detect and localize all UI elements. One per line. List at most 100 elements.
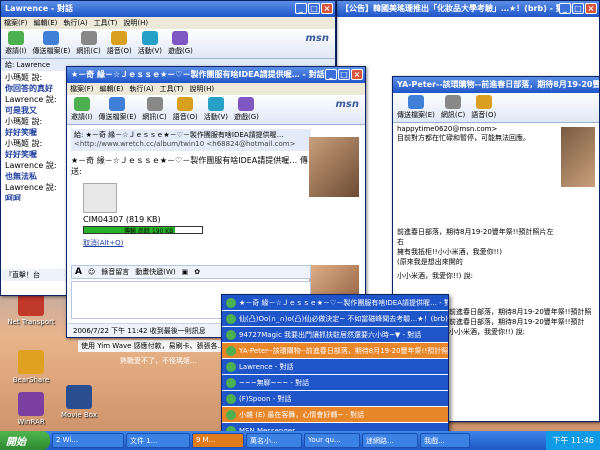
toolbar: 邀請(I) 傳送檔案(E) 網訊(C) 語音(O) 活動(V) 遊戲(G) ms… — [1, 29, 335, 59]
menu-help[interactable]: 說明(H) — [123, 18, 148, 28]
voice-button[interactable]: 語音(O) — [173, 97, 198, 122]
send-file-icon — [109, 97, 126, 111]
toolbar: 邀請(I) 傳送檔案(E) 網訊(C) 語音(O) 活動(V) 遊戲(G) ms… — [67, 95, 365, 125]
popup-item[interactable]: YA-Peter--該環購物--前進春日部落，期待8月19-20豐年祭!!預計照 — [222, 343, 448, 359]
games-button[interactable]: 遊戲(G) — [234, 97, 259, 122]
popup-item[interactable]: Lawrence - 對話 — [222, 359, 448, 375]
taskbar-button[interactable]: 迷網路... — [362, 433, 418, 448]
desktop-icon-bearshare[interactable]: BearShare — [4, 350, 58, 384]
activities-button[interactable]: 活動(V) — [204, 97, 228, 122]
bearshare-icon — [18, 350, 44, 374]
taskbar-button[interactable]: 萬名小... — [246, 433, 302, 448]
start-button[interactable]: 開始 — [0, 431, 50, 450]
games-button[interactable]: 遊戲(G) — [168, 31, 193, 56]
minimize-button[interactable]: _ — [559, 3, 571, 14]
msn-buddy-icon — [226, 297, 236, 308]
desktop-icon-movie-box[interactable]: Movie Box — [52, 385, 106, 419]
cancel-transfer-link[interactable]: 取消(Alt+Q) — [83, 238, 311, 248]
menu-actions[interactable]: 執行(A) — [129, 84, 153, 94]
voice-clip-button[interactable]: 錄音留言 — [101, 267, 129, 277]
close-button[interactable]: × — [585, 3, 597, 14]
games-icon — [238, 97, 255, 111]
webcam-icon — [80, 31, 97, 45]
image-file-icon — [83, 183, 117, 213]
invite-button[interactable]: 邀請(I) — [71, 97, 93, 122]
menu-file[interactable]: 檔案(F) — [4, 18, 28, 28]
menu-file[interactable]: 檔案(F) — [70, 84, 94, 94]
message-list-lower: 前進春日部落，期待8月19-20豐年祭!!預計照 前進春日部落，期待8月19-2… — [449, 308, 592, 336]
send-file-icon — [407, 95, 424, 109]
send-file-button[interactable]: 傳送檔案(E) — [397, 95, 435, 120]
games-icon — [172, 31, 189, 45]
background-ad-text: 使用 Yim Wave 感應付款，易刷卡、張張各… — [78, 340, 228, 352]
msn-buddy-icon — [226, 313, 236, 324]
desktop-icon-winrar[interactable]: WinRAR — [4, 392, 58, 426]
desktop-icon-net-transport[interactable]: Net Transport — [4, 292, 58, 326]
webcam-icon — [146, 97, 163, 111]
popup-item[interactable]: 仙(凸)Oo(∩_∩)o(凸)仙必做決定~ 不如當磁峰聞去考驗…★！(brb) … — [222, 311, 448, 327]
taskbar-button[interactable]: Your qu... — [304, 433, 360, 448]
webcam-icon — [445, 95, 462, 109]
menu-tools[interactable]: 工具(T) — [94, 18, 118, 28]
title-bar[interactable]: YA-Peter--該環購物--前進春日部落，期待8月19-20豐年祭!!預計照… — [393, 77, 599, 93]
gift-icon[interactable]: ✿ — [194, 268, 200, 276]
maximize-button[interactable]: □ — [308, 3, 320, 14]
voice-icon — [475, 95, 492, 109]
conversation-history: 前進春日部落，期待8月19-20豐年祭!!預計照片左右 擁有我抵柜!!小小米酒，… — [397, 228, 554, 280]
send-file-button[interactable]: 傳送檔案(E) — [99, 97, 136, 122]
webcam-button[interactable]: 網訊(C) — [142, 97, 167, 122]
status-strip: 『直擊！台 — [1, 269, 71, 281]
webcam-button[interactable]: 網訊(C) — [441, 95, 465, 120]
to-field: 給: ★－奇 緣－☆Ｊｅｓｓｅ★－♡－製作團服有啥IDEA請提供喔… <http… — [71, 129, 311, 151]
msn-buddy-icon — [226, 345, 236, 356]
voice-button[interactable]: 語音(O) — [107, 31, 132, 56]
popup-item[interactable]: 小雜 (E) 最在客舞，心情會好轉~ - 對話 — [222, 407, 448, 423]
menu-edit[interactable]: 編輯(E) — [34, 18, 58, 28]
voice-button[interactable]: 語音(O) — [471, 95, 496, 120]
font-button[interactable]: A — [75, 267, 82, 277]
popup-item[interactable]: ★－奇 緣－☆Ｊｅｓｓｅ★－♡－製作團服有啥IDEA請提供喔… - 對 — [222, 295, 448, 311]
activities-button[interactable]: 活動(V) — [138, 31, 162, 56]
title-bar[interactable]: Lawrence - 對話 _ □ × — [1, 1, 335, 17]
menu-tools[interactable]: 工具(T) — [160, 84, 184, 94]
activities-icon — [141, 31, 158, 45]
menu-bar: 檔案(F) 編輯(E) 執行(A) 工具(T) 說明(H) — [67, 83, 365, 95]
minimize-button[interactable]: _ — [295, 3, 307, 14]
taskbar-button-active[interactable]: 9 M... — [192, 433, 244, 448]
toolbar: 傳送檔案(E) 網訊(C) 語音(O) — [393, 93, 599, 123]
activities-icon — [207, 97, 224, 111]
close-button[interactable]: × — [321, 3, 333, 14]
send-file-button[interactable]: 傳送檔案(E) — [33, 31, 70, 56]
taskbar-button[interactable]: 文件 1... — [126, 433, 190, 448]
invite-button[interactable]: 邀請(I) — [5, 31, 27, 56]
taskbar-button[interactable]: 我戲... — [420, 433, 470, 448]
minimize-button[interactable]: _ — [325, 69, 337, 80]
contact-avatar — [561, 127, 595, 187]
send-file-icon — [43, 31, 60, 45]
wink-button[interactable]: 動畫快遞(W) — [135, 267, 175, 277]
popup-item[interactable]: 94727Magic 我要出門讓抓扶駐居然還要六小時~▼ - 對話 — [222, 327, 448, 343]
maximize-button[interactable]: □ — [572, 3, 584, 14]
menu-actions[interactable]: 執行(A) — [63, 18, 87, 28]
taskbar-button[interactable]: 2 Wi... — [52, 433, 124, 448]
movie-box-icon — [66, 385, 92, 409]
msn-logo: msn — [305, 33, 330, 44]
title-bar[interactable]: 【公告】韓國美瑤珊推出「化妝品大學考驗」…★！(brb) - 對話 _ □ × — [337, 1, 599, 17]
voice-icon — [111, 31, 128, 45]
popup-item[interactable]: (F)Spoon - 對話 — [222, 391, 448, 407]
conversation-history: ★－奇 緣－☆Ｊｅｓｓｅ★－♡－製作團服有啥IDEA請提供喔… 傳送: CIM0… — [71, 155, 311, 263]
emoticon-icon[interactable]: ☺ — [88, 268, 95, 276]
maximize-button[interactable]: □ — [338, 69, 350, 80]
background-status-text: 熱戰愛不了，不怪瑪姬… — [120, 357, 197, 365]
format-bar: A ☺ 錄音留言 動畫快遞(W) ▣ ✿ — [71, 265, 311, 279]
msn-logo: msn — [335, 99, 360, 110]
webcam-button[interactable]: 網訊(C) — [76, 31, 101, 56]
background-icon[interactable]: ▣ — [182, 268, 189, 276]
menu-edit[interactable]: 編輯(E) — [100, 84, 124, 94]
menu-help[interactable]: 說明(H) — [189, 84, 214, 94]
popup-item[interactable]: ~~~無聊~~~ - 對話 — [222, 375, 448, 391]
title-bar[interactable]: ★－奇 緣－☆Ｊｅｓｓｅ★－♡－製作團服有啥IDEA請提供喔… - 對話 _ □ × — [67, 67, 365, 83]
msn-buddy-icon — [226, 393, 236, 404]
close-button[interactable]: × — [351, 69, 363, 80]
msn-buddy-icon — [226, 377, 236, 388]
